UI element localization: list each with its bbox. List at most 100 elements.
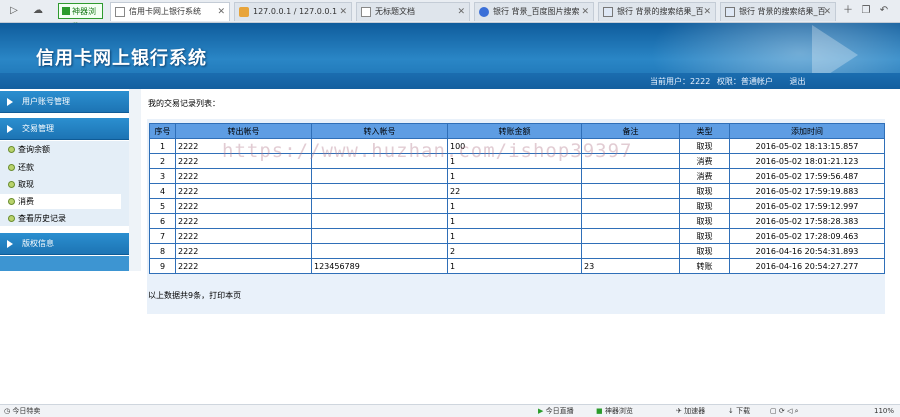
close-icon[interactable]: ✕ bbox=[823, 3, 831, 21]
tab-untitled[interactable]: 无标题文档 ✕ bbox=[356, 2, 470, 21]
close-icon[interactable]: ✕ bbox=[217, 3, 225, 21]
play-icon: ▶ bbox=[538, 407, 544, 415]
close-icon[interactable]: ✕ bbox=[339, 3, 347, 21]
cloud-icon[interactable]: ☁ bbox=[30, 3, 46, 19]
accelerator-link[interactable]: ✈ 加速器 bbox=[676, 405, 705, 417]
copy-icon[interactable]: ❐ bbox=[858, 3, 874, 19]
special-browse-tab[interactable]: 神器浏览 bbox=[58, 3, 103, 31]
close-icon[interactable]: ✕ bbox=[581, 3, 589, 21]
sidebar-toggle-icon[interactable]: ▷ bbox=[6, 3, 22, 19]
undo-icon[interactable]: ↶ bbox=[876, 3, 892, 19]
sound-icon[interactable]: ◁ bbox=[787, 407, 792, 415]
table-cell: 1 bbox=[447, 213, 582, 229]
close-icon[interactable]: ✕ bbox=[457, 3, 465, 21]
screenshot-icon[interactable]: ▢ bbox=[770, 407, 777, 415]
status-label: 神器浏览 bbox=[604, 407, 633, 415]
sidebar-item-label: 还款 bbox=[18, 163, 34, 172]
paw-icon bbox=[479, 7, 489, 17]
search-icon[interactable]: ⌕ bbox=[795, 407, 799, 415]
tab-search-2[interactable]: 银行 背景的搜索结果_百 ✕ bbox=[720, 2, 836, 21]
download-link[interactable]: ↓ 下载 bbox=[728, 405, 750, 417]
column-header: 转入帐号 bbox=[311, 123, 448, 139]
tab-title: 银行 背景_百度图片搜索 bbox=[493, 7, 580, 16]
table-cell: 取现 bbox=[679, 138, 730, 154]
sidebar-item-consume[interactable]: 消费 bbox=[0, 194, 121, 209]
refresh-icon[interactable]: ⟳ bbox=[779, 407, 785, 415]
table-cell: 1 bbox=[149, 138, 176, 154]
page-icon bbox=[115, 7, 125, 17]
tab-baidu-images[interactable]: 银行 背景_百度图片搜索 ✕ bbox=[474, 2, 594, 21]
table-cell: 2222 bbox=[175, 228, 312, 244]
sidebar-section-trade[interactable]: 交易管理 bbox=[0, 118, 129, 140]
table-cell: 转账 bbox=[679, 258, 730, 274]
triangle-right-icon bbox=[7, 240, 13, 248]
table-cell: 取现 bbox=[679, 183, 730, 199]
sidebar-section-copyright[interactable]: 版权信息 bbox=[0, 233, 129, 255]
table-cell: 3 bbox=[149, 168, 176, 184]
sidebar-section-label: 用户账号管理 bbox=[22, 97, 70, 106]
bullet-icon bbox=[8, 198, 15, 205]
table-cell: 2222 bbox=[175, 258, 312, 274]
table-cell bbox=[581, 198, 680, 214]
sidebar-item-withdraw[interactable]: 取现 bbox=[0, 177, 121, 192]
table-cell: 取现 bbox=[679, 213, 730, 229]
sidebar-item-label: 查看历史记录 bbox=[18, 214, 66, 223]
live-link[interactable]: ▶ 今日直播 bbox=[538, 405, 574, 417]
status-icons: ▢ ⟳ ◁ ⌕ bbox=[770, 405, 799, 417]
user-info: 当前用户：2222 权限：普通帐户 退出 bbox=[650, 76, 809, 87]
daily-deals-link[interactable]: ◷ 今日特卖 bbox=[4, 405, 40, 417]
table-cell: 消费 bbox=[679, 168, 730, 184]
table-cell: 1 bbox=[447, 168, 582, 184]
table-cell: 2016-05-02 18:01:21.123 bbox=[729, 153, 885, 169]
tab-title: 信用卡网上银行系统 bbox=[129, 7, 201, 16]
database-icon bbox=[239, 7, 249, 17]
table-cell bbox=[311, 183, 448, 199]
sidebar-item-label: 查询余额 bbox=[18, 145, 50, 154]
watermark-text: https://www.huzhan.com/ishop39397 bbox=[222, 140, 633, 162]
table-cell: 2016-05-02 17:59:12.997 bbox=[729, 198, 885, 214]
logout-link[interactable]: 退出 bbox=[789, 77, 805, 86]
zoom-level[interactable]: 110% bbox=[874, 405, 894, 417]
sidebar-section-label: 交易管理 bbox=[22, 124, 54, 133]
table-row: 3 2222 1 消费 2016-05-02 17:59:56.487 bbox=[149, 168, 885, 184]
table-cell: 取现 bbox=[679, 228, 730, 244]
table-cell: 8 bbox=[149, 243, 176, 259]
table-row: 5 2222 1 取现 2016-05-02 17:59:12.997 bbox=[149, 198, 885, 214]
sidebar-item-label: 取现 bbox=[18, 180, 34, 189]
bullet-icon bbox=[8, 146, 15, 153]
sidebar-item-balance[interactable]: 查询余额 bbox=[0, 142, 121, 157]
table-cell: 2016-05-02 17:59:56.487 bbox=[729, 168, 885, 184]
table-cell: 1 bbox=[447, 228, 582, 244]
current-user: 当前用户：2222 bbox=[650, 77, 711, 86]
column-header: 备注 bbox=[581, 123, 680, 139]
table-cell bbox=[311, 213, 448, 229]
close-icon[interactable]: ✕ bbox=[703, 3, 711, 21]
special-browse-link[interactable]: ■ 神器浏览 bbox=[596, 405, 633, 417]
plus-icon[interactable]: ＋ bbox=[840, 3, 856, 19]
tab-phpmyadmin[interactable]: 127.0.0.1 / 127.0.0.1 ✕ bbox=[234, 2, 352, 21]
tab-title: 127.0.0.1 / 127.0.0.1 bbox=[253, 7, 338, 16]
sidebar-section-account[interactable]: 用户账号管理 bbox=[0, 91, 129, 113]
table-cell: 1 bbox=[447, 198, 582, 214]
table-cell: 2016-05-02 17:58:28.383 bbox=[729, 213, 885, 229]
table-row: 9 2222 123456789 1 23 转账 2016-04-16 20:54:27.2… bbox=[149, 258, 885, 274]
record-summary: 以上数据共9条，打印本页 bbox=[148, 291, 242, 300]
sidebar-empty-area bbox=[0, 271, 141, 404]
table-cell bbox=[581, 228, 680, 244]
table-cell: 123456789 bbox=[311, 258, 448, 274]
triangle-right-icon bbox=[7, 125, 13, 133]
table-cell bbox=[581, 168, 680, 184]
table-cell: 7 bbox=[149, 228, 176, 244]
table-cell: 2016-05-02 17:59:19.883 bbox=[729, 183, 885, 199]
tab-current[interactable]: 信用卡网上银行系统 ✕ bbox=[110, 2, 230, 21]
tab-search-1[interactable]: 银行 背景的搜索结果_百 ✕ bbox=[598, 2, 716, 21]
sidebar-item-history[interactable]: 查看历史记录 bbox=[0, 211, 121, 226]
table-cell: 2016-05-02 18:13:15.857 bbox=[729, 138, 885, 154]
bullet-icon bbox=[8, 181, 15, 188]
sidebar-bottom-bar bbox=[0, 256, 129, 271]
image-icon bbox=[725, 7, 735, 17]
sidebar-item-repay[interactable]: 还款 bbox=[0, 160, 121, 175]
bullet-icon bbox=[8, 215, 15, 222]
table-cell: 取现 bbox=[679, 198, 730, 214]
table-cell: 2016-04-16 20:54:31.893 bbox=[729, 243, 885, 259]
